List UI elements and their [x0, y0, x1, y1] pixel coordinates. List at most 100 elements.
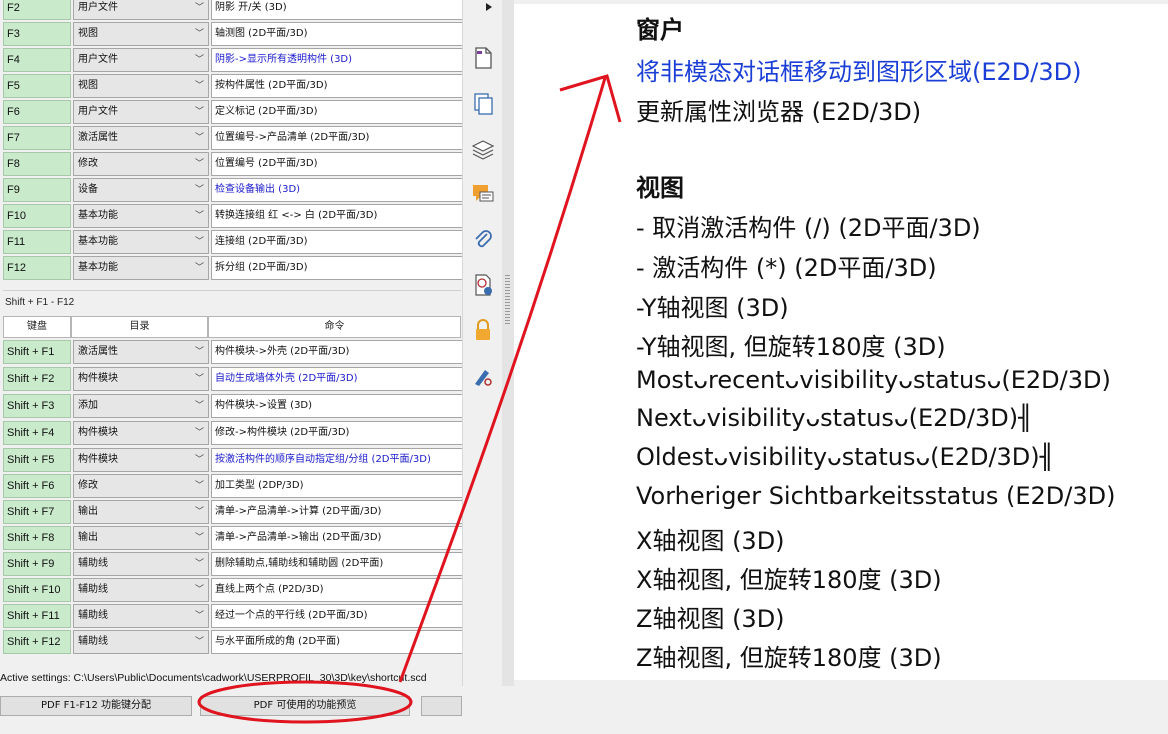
comment-icon[interactable]	[471, 182, 495, 206]
command-field[interactable]: 删除辅助点,辅助线和辅助圆 (2D平面)	[211, 552, 464, 576]
category-select[interactable]: 添加 ﹀	[73, 394, 209, 418]
category-select[interactable]: 辅助线 ﹀	[73, 578, 209, 602]
key-cell: F4	[3, 48, 71, 72]
doc-line: - 激活构件 (*) (2D平面/3D)	[636, 254, 937, 282]
divider	[3, 290, 461, 291]
key-cell: Shift + F8	[3, 526, 71, 550]
command-field[interactable]: 定义标记 (2D平面/3D)	[211, 100, 464, 124]
category-select[interactable]: 用户文件 ﹀	[73, 0, 209, 20]
lock-icon[interactable]	[471, 318, 495, 342]
doc-line: X轴视图, 但旋转180度 (3D)	[636, 566, 942, 594]
active-settings-path: Active settings: C:\Users\Public\Documen…	[0, 672, 427, 684]
category-select[interactable]: 输出 ﹀	[73, 526, 209, 550]
command-field[interactable]: 检查设备输出 (3D)	[211, 178, 464, 202]
key-cell: Shift + F6	[3, 474, 71, 498]
doc-line: Mostᴗrecentᴗvisibilityᴗstatusᴗ(E2D/3D)	[636, 366, 1111, 394]
command-field[interactable]: 构件模块->外壳 (2D平面/3D)	[211, 340, 464, 364]
doc-line: - 取消激活构件 (/) (2D平面/3D)	[636, 214, 981, 242]
command-field[interactable]: 转换连接组 红 <-> 白 (2D平面/3D)	[211, 204, 464, 228]
command-field[interactable]: 构件模块->设置 (3D)	[211, 394, 464, 418]
category-select[interactable]: 辅助线 ﹀	[73, 630, 209, 654]
pdf-preview-button[interactable]: PDF 可使用的功能预览	[200, 696, 410, 716]
category-select[interactable]: 构件模块 ﹀	[73, 421, 209, 445]
chevron-down-icon: ﹀	[194, 55, 204, 65]
chevron-down-icon: ﹀	[194, 585, 204, 595]
key-cell: Shift + F12	[3, 630, 71, 654]
command-field[interactable]: 与水平面所成的角 (2D平面)	[211, 630, 464, 654]
column-header-category[interactable]: 目录	[71, 316, 208, 338]
chevron-down-icon: ﹀	[194, 29, 204, 39]
category-select[interactable]: 用户文件 ﹀	[73, 48, 209, 72]
pdf-assignment-button[interactable]: PDF F1-F12 功能键分配	[0, 696, 192, 716]
command-field[interactable]: 清单->产品清单->输出 (2D平面/3D)	[211, 526, 464, 550]
category-select[interactable]: 基本功能 ﹀	[73, 256, 209, 280]
command-field[interactable]: 阴影 开/关 (3D)	[211, 0, 464, 20]
key-cell: Shift + F5	[3, 448, 71, 472]
category-select[interactable]: 用户文件 ﹀	[73, 100, 209, 124]
category-select[interactable]: 基本功能 ﹀	[73, 204, 209, 228]
doc-line: Z轴视图, 但旋转180度 (3D)	[636, 644, 942, 672]
command-field[interactable]: 连接组 (2D平面/3D)	[211, 230, 464, 254]
chevron-down-icon: ﹀	[194, 559, 204, 569]
category-select[interactable]: 视图 ﹀	[73, 74, 209, 98]
doc-line: 更新属性浏览器 (E2D/3D)	[636, 98, 922, 126]
expand-arrow-icon[interactable]	[485, 2, 493, 12]
key-cell: F10	[3, 204, 71, 228]
shortcut-panel: F2 用户文件 ﹀ 阴影 开/关 (3D) F3 视图 ﹀ 轴测图 (2D平面/3D…	[0, 0, 464, 734]
category-select[interactable]: 修改 ﹀	[73, 474, 209, 498]
doc-heading-window: 窗户	[636, 16, 684, 44]
chevron-down-icon: ﹀	[194, 374, 204, 384]
doc-line: -Y轴视图 (3D)	[636, 294, 789, 322]
key-cell: Shift + F11	[3, 604, 71, 628]
category-select[interactable]: 基本功能 ﹀	[73, 230, 209, 254]
command-field[interactable]: 按构件属性 (2D平面/3D)	[211, 74, 464, 98]
category-select[interactable]: 修改 ﹀	[73, 152, 209, 176]
key-cell: F12	[3, 256, 71, 280]
command-field[interactable]: 加工类型 (2DP/3D)	[211, 474, 464, 498]
key-cell: F5	[3, 74, 71, 98]
key-cell: Shift + F2	[3, 367, 71, 391]
command-field[interactable]: 拆分组 (2D平面/3D)	[211, 256, 464, 280]
certificate-icon[interactable]	[471, 273, 495, 297]
sign-icon[interactable]	[471, 364, 495, 388]
doc-heading-view: 视图	[636, 174, 684, 202]
category-select[interactable]: 构件模块 ﹀	[73, 448, 209, 472]
key-cell: Shift + F7	[3, 500, 71, 524]
chevron-down-icon: ﹀	[194, 428, 204, 438]
panel-splitter[interactable]	[502, 0, 514, 686]
section-title: Shift + F1 - F12	[5, 297, 75, 308]
command-field[interactable]: 经过一个点的平行线 (2D平面/3D)	[211, 604, 464, 628]
category-select[interactable]: 构件模块 ﹀	[73, 367, 209, 391]
command-field[interactable]: 按激活构件的顺序自动指定组/分组 (2D平面/3D)	[211, 448, 464, 472]
command-field[interactable]: 清单->产品清单->计算 (2D平面/3D)	[211, 500, 464, 524]
category-select[interactable]: 输出 ﹀	[73, 500, 209, 524]
chevron-down-icon: ﹀	[194, 347, 204, 357]
page-icon[interactable]	[471, 46, 495, 70]
extra-button[interactable]	[421, 696, 462, 716]
command-field[interactable]: 修改->构件模块 (2D平面/3D)	[211, 421, 464, 445]
category-select[interactable]: 视图 ﹀	[73, 22, 209, 46]
category-select[interactable]: 辅助线 ﹀	[73, 552, 209, 576]
column-header-command[interactable]: 命令	[208, 316, 461, 338]
category-select[interactable]: 辅助线 ﹀	[73, 604, 209, 628]
chevron-down-icon: ﹀	[194, 107, 204, 117]
command-field[interactable]: 轴测图 (2D平面/3D)	[211, 22, 464, 46]
key-cell: Shift + F10	[3, 578, 71, 602]
splitter-grip[interactable]	[505, 275, 510, 325]
command-field[interactable]: 阴影->显示所有透明构件 (3D)	[211, 48, 464, 72]
layers-icon[interactable]	[471, 137, 495, 161]
copy-icon[interactable]	[471, 92, 495, 116]
category-select[interactable]: 设备 ﹀	[73, 178, 209, 202]
chevron-down-icon: ﹀	[194, 401, 204, 411]
command-field[interactable]: 位置编号 (2D平面/3D)	[211, 152, 464, 176]
column-header-key[interactable]: 键盘	[3, 316, 71, 338]
category-select[interactable]: 激活属性 ﹀	[73, 126, 209, 150]
command-field[interactable]: 直线上两个点 (P2D/3D)	[211, 578, 464, 602]
key-cell: Shift + F1	[3, 340, 71, 364]
category-select[interactable]: 激活属性 ﹀	[73, 340, 209, 364]
doc-line: Vorheriger Sichtbarkeitsstatus (E2D/3D)	[636, 482, 1116, 510]
chevron-down-icon: ﹀	[194, 3, 204, 13]
attachment-icon[interactable]	[471, 228, 495, 252]
command-field[interactable]: 自动生成墙体外壳 (2D平面/3D)	[211, 367, 464, 391]
command-field[interactable]: 位置编号->产品清单 (2D平面/3D)	[211, 126, 464, 150]
